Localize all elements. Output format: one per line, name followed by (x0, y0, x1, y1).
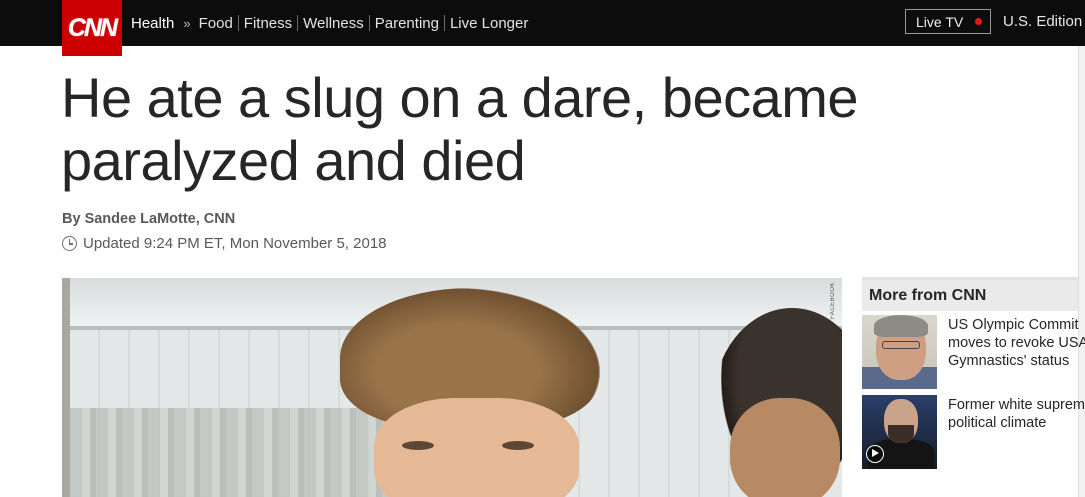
photo-thumbnail-icon[interactable] (862, 315, 937, 389)
thumb-person-beard (888, 425, 914, 443)
image-person-eye (502, 441, 534, 450)
nav-divider (237, 15, 239, 31)
logo-text: CNN (67, 13, 118, 42)
clock-icon (62, 236, 77, 251)
image-window-post (62, 278, 70, 497)
nav-divider (297, 15, 299, 31)
nav-item-food[interactable]: Food (199, 15, 233, 32)
sidebar-story-headline[interactable]: US Olympic Commit moves to revoke USA Gy… (948, 316, 1085, 370)
play-icon[interactable] (866, 445, 884, 463)
nav-section-health[interactable]: Health (131, 15, 174, 32)
nav-item-fitness[interactable]: Fitness (244, 15, 292, 32)
headline-line-2: paralyzed and died (61, 129, 526, 192)
thumb-person-glasses (882, 341, 920, 349)
sidebar-story-headline[interactable]: Former white suprem political climate (948, 396, 1085, 432)
headline-line-1: He ate a slug on a dare, became (61, 66, 859, 129)
edition-label: U.S. Edition (1003, 12, 1083, 30)
live-tv-button[interactable]: Live TV (905, 9, 991, 34)
story-text-line: political climate (948, 415, 1047, 431)
cnn-logo[interactable]: CNN (62, 0, 122, 56)
video-thumbnail-icon[interactable] (862, 395, 937, 469)
edition-selector[interactable]: U.S. Edition (1003, 0, 1082, 42)
hero-image[interactable]: FACEBOOK (62, 278, 842, 497)
nav-item-wellness[interactable]: Wellness (303, 15, 364, 32)
story-text-line: US Olympic Commit (948, 317, 1079, 333)
breadcrumb-separator: » (183, 15, 191, 31)
more-from-cnn-title: More from CNN (862, 277, 1078, 311)
top-nav-bar: Health » Food Fitness Wellness Parenting… (0, 0, 1085, 46)
more-from-cnn: More from CNN US Olympic Commit moves to… (862, 277, 1085, 469)
nav-item-live-longer[interactable]: Live Longer (450, 15, 528, 32)
thumb-person-hair (874, 315, 928, 337)
sidebar-story[interactable]: US Olympic Commit moves to revoke USA Gy… (862, 315, 1085, 390)
live-tv-label: Live TV (916, 13, 964, 30)
nav-divider (368, 15, 370, 31)
image-person-right-face (730, 398, 840, 497)
nav-item-parenting[interactable]: Parenting (375, 15, 439, 32)
sidebar-story[interactable]: Former white suprem political climate (862, 395, 1085, 470)
article-headline: He ate a slug on a dare, became paralyze… (61, 66, 1021, 192)
image-credit: FACEBOOK (830, 282, 836, 320)
updated-text: Updated 9:24 PM ET, Mon November 5, 2018 (83, 235, 387, 252)
section-nav: Health » Food Fitness Wellness Parenting… (131, 0, 528, 46)
image-person-eye (402, 441, 434, 450)
story-text-line: Former white suprem (948, 397, 1085, 413)
nav-divider (443, 15, 445, 31)
live-indicator-icon (975, 18, 983, 25)
image-cityscape (70, 408, 400, 497)
story-text-line: Gymnastics' status (948, 353, 1070, 369)
story-text-line: moves to revoke USA (948, 335, 1085, 351)
byline: By Sandee LaMotte, CNN (62, 211, 236, 227)
updated-timestamp: Updated 9:24 PM ET, Mon November 5, 2018 (62, 235, 387, 252)
